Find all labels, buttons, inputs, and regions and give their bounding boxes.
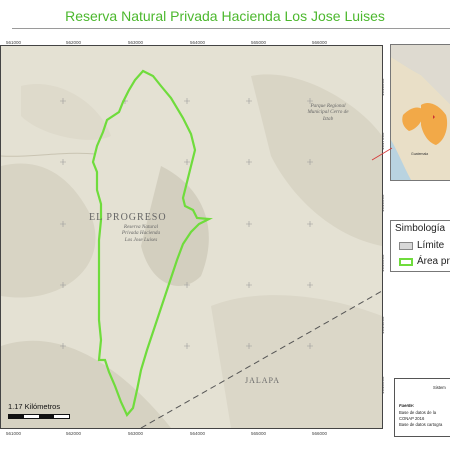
legend: Simbología Límite Área pr (390, 220, 450, 272)
legend-item-limite: Límite (399, 237, 445, 252)
reserve-label: Reserva Natural Privada Hacienda Los Jos… (121, 224, 161, 243)
department-label: JALAPA (245, 376, 280, 385)
scale-label: 1.17 Kilómetros (8, 402, 61, 411)
tick-x-bottom-3: 563000 (128, 431, 144, 436)
scale-bar-group: 1.17 Kilómetros (6, 402, 76, 424)
tick-x-bottom-5: 565000 (251, 431, 267, 436)
map-title: Reserva Natural Privada Hacienda Los Jos… (65, 8, 385, 24)
tick-x-bottom-2: 562000 (66, 431, 82, 436)
legend-swatch-area (399, 257, 413, 266)
info-line3: Base de datos cartogra (399, 422, 443, 427)
source-info-box: Sistem Fuente: Base de datos de la CONAP… (394, 378, 450, 437)
scale-bar (8, 414, 70, 419)
inset-label: Guatemala (411, 152, 428, 156)
info-heading: Sistem (433, 385, 446, 390)
legend-label-area: Área pr (417, 256, 450, 268)
legend-item-area: Área pr (399, 253, 450, 268)
park-label: Parque Regional Municipal Cerro de Iztab (307, 103, 349, 122)
tick-x-bottom-6: 566000 (312, 431, 328, 436)
tick-x-bottom-4: 564000 (190, 431, 206, 436)
town-label: EL PROGRESO (89, 212, 167, 223)
inset-map[interactable]: Guatemala (390, 44, 450, 181)
legend-swatch-limite (399, 241, 413, 250)
legend-title: Simbología (395, 223, 446, 234)
legend-label-limite: Límite (417, 240, 445, 252)
tick-x-bottom-1: 561000 (6, 431, 22, 436)
info-line1: Base de datos de la (399, 410, 437, 415)
info-line2: CONAP 2016 (399, 416, 425, 421)
title-divider (12, 28, 450, 29)
info-fuente: Fuente: (399, 403, 415, 408)
